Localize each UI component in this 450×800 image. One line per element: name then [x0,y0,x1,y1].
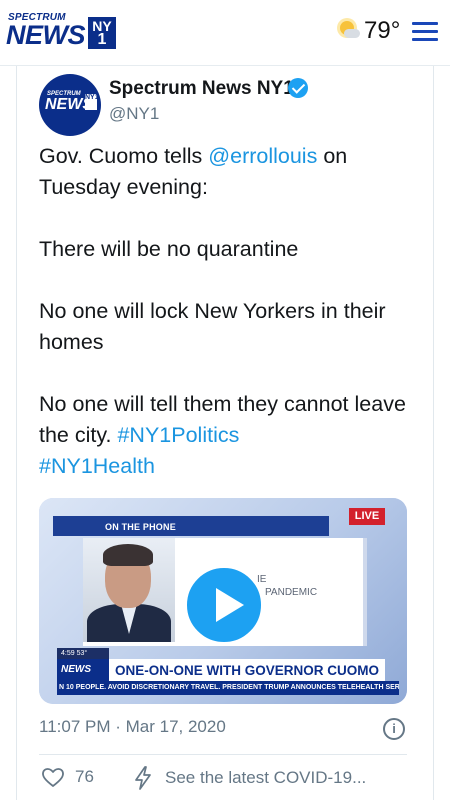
tweet-paragraph-2: There will be no quarantine [39,237,299,261]
like-button[interactable]: 76 [41,766,94,788]
covid-info-text: See the latest COVID-19... [165,768,367,787]
tweet-paragraph-1: Gov. Cuomo tells @errollouis on Tuesday … [39,141,419,203]
tweet-text: Gov. Cuomo tells @errollouis on Tuesday … [39,141,419,482]
tweet-paragraph-3: No one will lock New Yorkers in their ho… [39,299,386,354]
hamburger-menu-icon[interactable] [412,22,438,42]
mention-link[interactable]: @errollouis [208,144,317,168]
ny1-news-tag: NEWS [57,659,109,681]
tweet-embed: SPECTRUM NEWS NY1 Spectrum News NY1 @NY1… [16,66,434,800]
author-name[interactable]: Spectrum News NY1 [109,78,294,100]
news-ticker: N 10 PEOPLE. AVOID DISCRETIONARY TRAVEL.… [57,681,399,695]
time-weather-bug: 4:59 53° [57,648,109,659]
live-badge: LIVE [349,508,385,525]
lightning-bolt-icon [135,766,151,790]
weather-widget[interactable]: 79° [336,16,400,46]
covid-info-link[interactable]: See the latest COVID-19... [133,766,366,790]
governor-photo [83,538,175,642]
tweet-timestamp[interactable]: 11:07 PM · Mar 17, 2020 [39,717,226,737]
tweet-text-segment: Gov. Cuomo tells [39,144,209,168]
hashtag-link[interactable]: #NY1Politics [117,423,239,447]
on-the-phone-banner [53,516,329,536]
graphic-partial-text-2: PANDEMIC [265,587,318,598]
avatar-ny1-badge: NY1 [85,94,99,110]
logo-news-text: NEWS [6,20,86,50]
play-icon[interactable] [183,564,265,646]
like-count: 76 [75,767,94,786]
author-handle[interactable]: @NY1 [109,104,159,124]
heart-icon [42,768,64,787]
temperature: 79° [364,17,401,44]
verified-badge-icon [288,78,308,98]
info-icon[interactable]: i [383,718,405,740]
tweet-paragraph-4: No one will tell them they cannot leave … [39,389,419,451]
on-the-phone-label: ON THE PHONE [105,522,176,532]
video-headline: ONE-ON-ONE WITH GOVERNOR CUOMO [115,663,379,678]
divider [39,754,407,755]
video-player[interactable]: ON THE PHONE IE PANDEMIC LIVE 4:59 53° N… [39,498,407,704]
partly-cloudy-sun-icon [336,19,360,43]
logo-ny1-badge: NY 1 [88,17,116,49]
spectrum-news-ny1-logo[interactable]: SPECTRUM NEWS NY 1 [6,12,118,52]
avatar[interactable]: SPECTRUM NEWS NY1 [39,74,101,136]
tweet-paragraph-5: #NY1Health [39,451,419,482]
hashtag-link[interactable]: #NY1Health [39,454,155,478]
logo-badge-line2: 1 [97,31,107,48]
site-header: SPECTRUM NEWS NY 1 79° [0,0,450,66]
